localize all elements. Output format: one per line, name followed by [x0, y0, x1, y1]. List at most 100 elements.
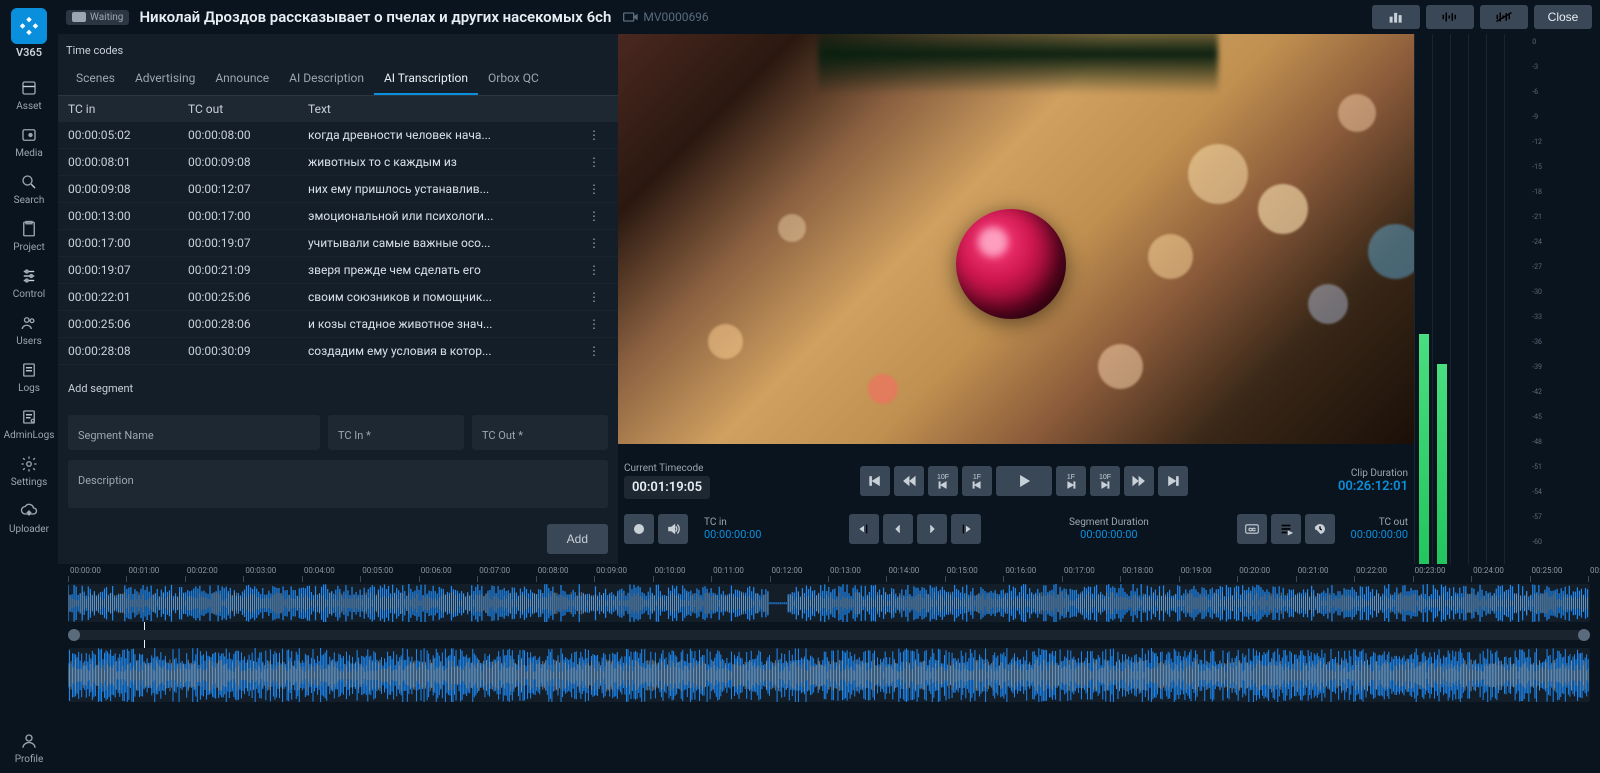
playlist-button[interactable]	[1271, 514, 1301, 544]
section-timecodes-label: Time codes	[58, 34, 618, 63]
tc-in-input[interactable]: TC In *	[328, 415, 464, 450]
history-button[interactable]	[1305, 514, 1335, 544]
row-menu-icon[interactable]: ⋮	[588, 317, 608, 331]
step-fwd-1f-button[interactable]: 1F	[1056, 466, 1086, 496]
zoom-handle-right[interactable]	[1578, 629, 1590, 641]
nav-uploader[interactable]: Uploader	[0, 496, 58, 543]
nav-search[interactable]: Search	[0, 167, 58, 214]
nav-users[interactable]: Users	[0, 308, 58, 355]
cell-tc-in: 00:00:17:00	[68, 236, 188, 250]
col-text: Text	[308, 102, 588, 116]
row-menu-icon[interactable]: ⋮	[588, 344, 608, 358]
nav-control[interactable]: Control	[0, 261, 58, 308]
table-header: TC in TC out Text	[58, 96, 618, 122]
stats-button[interactable]	[1372, 5, 1420, 29]
cell-text: животных то с каждым из	[308, 155, 588, 169]
cell-tc-out: 00:00:12:07	[188, 182, 308, 196]
clip-duration-label: Clip Duration	[1351, 468, 1408, 479]
table-row[interactable]: 00:00:08:0100:00:09:08животных то с кажд…	[58, 149, 618, 176]
transport-bar: Current Timecode 00:01:19:05 10F 1F 1F 1…	[618, 444, 1414, 508]
loop-button[interactable]	[624, 514, 654, 544]
table-body[interactable]: 00:00:05:0200:00:08:00когда древности че…	[58, 122, 618, 374]
zoom-slider[interactable]	[68, 630, 1590, 640]
table-row[interactable]: 00:00:13:0000:00:17:00эмоциональной или …	[58, 203, 618, 230]
skip-start-button[interactable]	[860, 466, 890, 496]
disable-waveform-button[interactable]	[1480, 5, 1528, 29]
cell-tc-in: 00:00:13:00	[68, 209, 188, 223]
cell-tc-out: 00:00:17:00	[188, 209, 308, 223]
waveform-track-2[interactable]	[68, 648, 1590, 702]
meter-r: R	[1450, 34, 1468, 564]
cell-tc-out: 00:00:25:06	[188, 290, 308, 304]
row-menu-icon[interactable]: ⋮	[588, 263, 608, 277]
cell-text: когда древности человек нача...	[308, 128, 588, 142]
segment-name-input[interactable]: Segment Name	[68, 415, 320, 450]
close-button[interactable]: Close	[1534, 5, 1592, 29]
tab-orbox-qc[interactable]: Orbox QC	[478, 63, 549, 95]
tab-announce[interactable]: Announce	[205, 63, 279, 95]
nav-profile[interactable]: Profile	[0, 726, 58, 773]
step-back-10f-button[interactable]: 10F	[928, 466, 958, 496]
nav-logs[interactable]: Logs	[0, 355, 58, 402]
transport-bar-2: TC in00:00:00:00 Segment Duration00:00:0…	[618, 508, 1414, 550]
zoom-handle-left[interactable]	[68, 629, 80, 641]
tab-advertising[interactable]: Advertising	[125, 63, 205, 95]
table-row[interactable]: 00:00:19:0700:00:21:09зверя прежде чем с…	[58, 257, 618, 284]
nav-project[interactable]: Project	[0, 214, 58, 261]
cell-text: эмоциональной или психологи...	[308, 209, 588, 223]
row-menu-icon[interactable]: ⋮	[588, 128, 608, 142]
tab-ai-description[interactable]: AI Description	[279, 63, 374, 95]
cc-button[interactable]: CC	[1237, 514, 1267, 544]
tc-out-input[interactable]: TC Out *	[472, 415, 608, 450]
app-logo[interactable]	[11, 8, 47, 44]
cell-tc-out: 00:00:08:00	[188, 128, 308, 142]
meter-lfe: LFE	[1504, 34, 1522, 564]
tc-out-value: 00:00:00:00	[1351, 528, 1408, 541]
row-menu-icon[interactable]: ⋮	[588, 155, 608, 169]
cell-text: и козы стадное животное знач...	[308, 317, 588, 331]
table-row[interactable]: 00:00:28:0800:00:30:09создадим ему услов…	[58, 338, 618, 365]
cell-tc-in: 00:00:09:08	[68, 182, 188, 196]
timeline: 00:00:0000:01:0000:02:0000:03:0000:04:00…	[58, 564, 1600, 773]
step-fwd-10f-button[interactable]: 10F	[1090, 466, 1120, 496]
table-row[interactable]: 00:00:22:0100:00:25:06своим союзников и …	[58, 284, 618, 311]
meter-ls: Ls	[1468, 34, 1486, 564]
video-frame[interactable]	[618, 34, 1414, 444]
play-button[interactable]	[996, 466, 1052, 496]
nav-asset[interactable]: Asset	[0, 73, 58, 120]
cell-tc-out: 00:00:21:09	[188, 263, 308, 277]
table-row[interactable]: 00:00:05:0200:00:08:00когда древности че…	[58, 122, 618, 149]
mark-out-button[interactable]	[951, 514, 981, 544]
header: Waiting Николай Дроздов рассказывает о п…	[58, 0, 1600, 34]
cell-tc-in: 00:00:25:06	[68, 317, 188, 331]
skip-end-button[interactable]	[1158, 466, 1188, 496]
goto-out-button[interactable]	[917, 514, 947, 544]
goto-in-button[interactable]	[883, 514, 913, 544]
row-menu-icon[interactable]: ⋮	[588, 236, 608, 250]
description-input[interactable]: Description	[68, 460, 608, 508]
waveform-track-1[interactable]	[68, 584, 1590, 622]
row-menu-icon[interactable]: ⋮	[588, 209, 608, 223]
add-button[interactable]: Add	[547, 524, 608, 554]
step-back-1f-button[interactable]: 1F	[962, 466, 992, 496]
table-row[interactable]: 00:00:09:0800:00:12:07них ему пришлось у…	[58, 176, 618, 203]
nav-media[interactable]: Media	[0, 120, 58, 167]
tab-scenes[interactable]: Scenes	[66, 63, 125, 95]
meter-l: L	[1432, 34, 1450, 564]
tab-ai-transcription[interactable]: AI Transcription	[374, 63, 478, 95]
table-row[interactable]: 00:00:17:0000:00:19:07учитывали самые ва…	[58, 230, 618, 257]
table-row[interactable]: 00:00:25:0600:00:28:06и козы стадное жив…	[58, 311, 618, 338]
nav-settings[interactable]: Settings	[0, 449, 58, 496]
mark-in-button[interactable]	[849, 514, 879, 544]
app-name: V365	[16, 46, 42, 59]
nav-adminlogs[interactable]: AdminLogs	[0, 402, 58, 449]
tc-in-value: 00:00:00:00	[704, 528, 761, 541]
row-menu-icon[interactable]: ⋮	[588, 182, 608, 196]
asset-title: Николай Дроздов рассказывает о пчелах и …	[139, 8, 611, 26]
forward-button[interactable]	[1124, 466, 1154, 496]
mute-button[interactable]	[658, 514, 688, 544]
rewind-button[interactable]	[894, 466, 924, 496]
waveform-button[interactable]	[1426, 5, 1474, 29]
timeline-ruler[interactable]: 00:00:0000:01:0000:02:0000:03:0000:04:00…	[68, 568, 1590, 582]
row-menu-icon[interactable]: ⋮	[588, 290, 608, 304]
